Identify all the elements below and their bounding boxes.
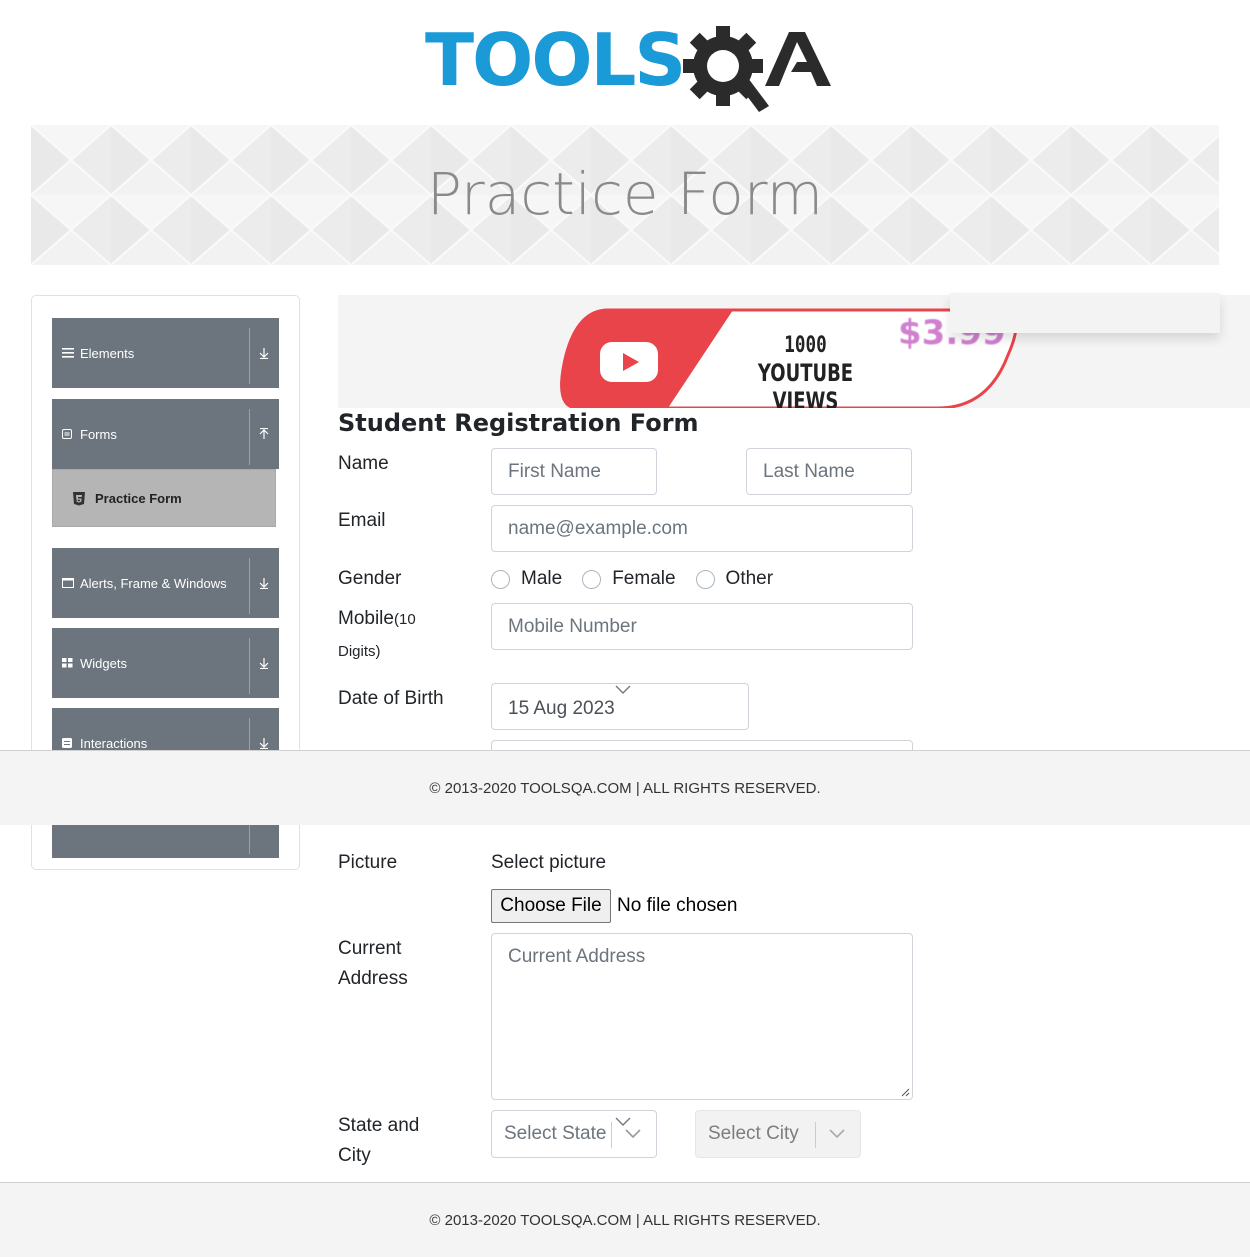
html5-icon (72, 470, 86, 526)
radio-circle[interactable] (491, 569, 510, 589)
address-placeholder: Current Address (508, 946, 646, 967)
picture-label: Picture (338, 852, 398, 873)
gender-radio-other[interactable]: Other (695, 568, 774, 590)
radio-circle[interactable] (695, 569, 715, 589)
state-select-placeholder: Select State (504, 1123, 607, 1144)
city-select[interactable]: Select City (695, 1110, 861, 1158)
city-select-placeholder: Select City (708, 1123, 799, 1144)
sidebar-group-alerts[interactable]: Alerts, Frame & Windows (52, 548, 279, 618)
gender-label: Gender (338, 568, 402, 589)
sidebar-group-label: Elements (80, 345, 135, 361)
gender-radio-group: Male Female Other (491, 566, 793, 592)
current-address-textarea[interactable]: Current Address (491, 933, 913, 1100)
sidebar-item-practice-form[interactable]: Practice Form (52, 469, 276, 527)
gender-radio-female[interactable]: Female (582, 568, 676, 590)
form-title: Student Registration Form (338, 409, 699, 437)
mobile-hint-line2: Digits) (338, 636, 381, 667)
ad-line-1: 1000 (784, 333, 827, 358)
state-select[interactable]: Select State (491, 1110, 657, 1158)
logo-text: TOOLS (425, 18, 686, 102)
sidebar-group-label: Widgets (80, 655, 127, 671)
chevron-down-icon (615, 685, 631, 694)
logo-gear-qa-icon (683, 26, 831, 112)
chevron-down-icon (615, 1117, 631, 1126)
state-city-label-line2: City (338, 1145, 371, 1166)
mobile-hint: (10 (393, 611, 416, 628)
form-icon (62, 399, 72, 469)
hamburger-icon (62, 318, 74, 388)
mobile-hint-digits: Digits) (338, 643, 381, 660)
radio-label: Male (521, 568, 563, 589)
footer-text: © 2013-2020 TOOLSQA.COM | ALL RIGHTS RES… (429, 779, 821, 797)
radio-circle[interactable] (582, 569, 602, 589)
state-city-label: State and (338, 1115, 420, 1136)
email-input[interactable]: name@example.com (491, 505, 913, 552)
current-address-label: Current (338, 938, 402, 959)
sidebar-group-widgets[interactable]: Widgets (52, 628, 279, 698)
radio-label: Other (725, 568, 774, 589)
picture-prompt: Select picture (491, 852, 607, 873)
collapse-up-icon[interactable] (255, 399, 273, 469)
expand-down-icon[interactable] (255, 548, 273, 618)
toolsqa-logo[interactable]: TOOLS (425, 18, 831, 113)
sidebar-item-label: Practice Form (95, 490, 182, 506)
gender-radio-male[interactable]: Male (491, 568, 562, 590)
choose-file-button[interactable]: Choose File (491, 889, 611, 923)
current-address-label-line2: Address (338, 968, 408, 989)
sidebar-group-forms[interactable]: Forms (52, 399, 279, 469)
mobile-label-text: Mobile (338, 608, 394, 629)
page-title: Practice Form (426, 160, 824, 228)
first-name-input[interactable]: First Name (491, 448, 657, 495)
dob-label: Date of Birth (338, 688, 444, 709)
sidebar-group-label: Forms (80, 426, 117, 442)
sidebar-group-elements[interactable]: Elements (52, 318, 279, 388)
mobile-label: Mobile(10 (338, 604, 416, 635)
mobile-input[interactable]: Mobile Number (491, 603, 913, 650)
name-label: Name (338, 453, 389, 474)
ad-line-2: YOUTUBE VIEWS (757, 359, 854, 408)
footer-overlay: © 2013-2020 TOOLSQA.COM | ALL RIGHTS RES… (0, 750, 1250, 825)
footer: © 2013-2020 TOOLSQA.COM | ALL RIGHTS RES… (0, 1182, 1250, 1257)
window-icon (62, 548, 74, 618)
dob-value: 15 Aug 2023 (508, 697, 615, 719)
email-label: Email (338, 510, 386, 531)
footer-text: © 2013-2020 TOOLSQA.COM | ALL RIGHTS RES… (429, 1211, 821, 1229)
last-name-input[interactable]: Last Name (746, 448, 912, 495)
resize-handle-icon[interactable] (900, 1087, 910, 1097)
no-file-text: No file chosen (617, 895, 738, 916)
expand-down-icon[interactable] (255, 318, 273, 388)
sidebar-group-label: Alerts, Frame & Windows (80, 575, 227, 591)
chevron-down-icon[interactable] (824, 1111, 850, 1157)
radio-label: Female (612, 568, 676, 589)
grid-icon (62, 628, 73, 698)
expand-down-icon[interactable] (255, 628, 273, 698)
ad-close-overlay[interactable] (950, 293, 1220, 333)
